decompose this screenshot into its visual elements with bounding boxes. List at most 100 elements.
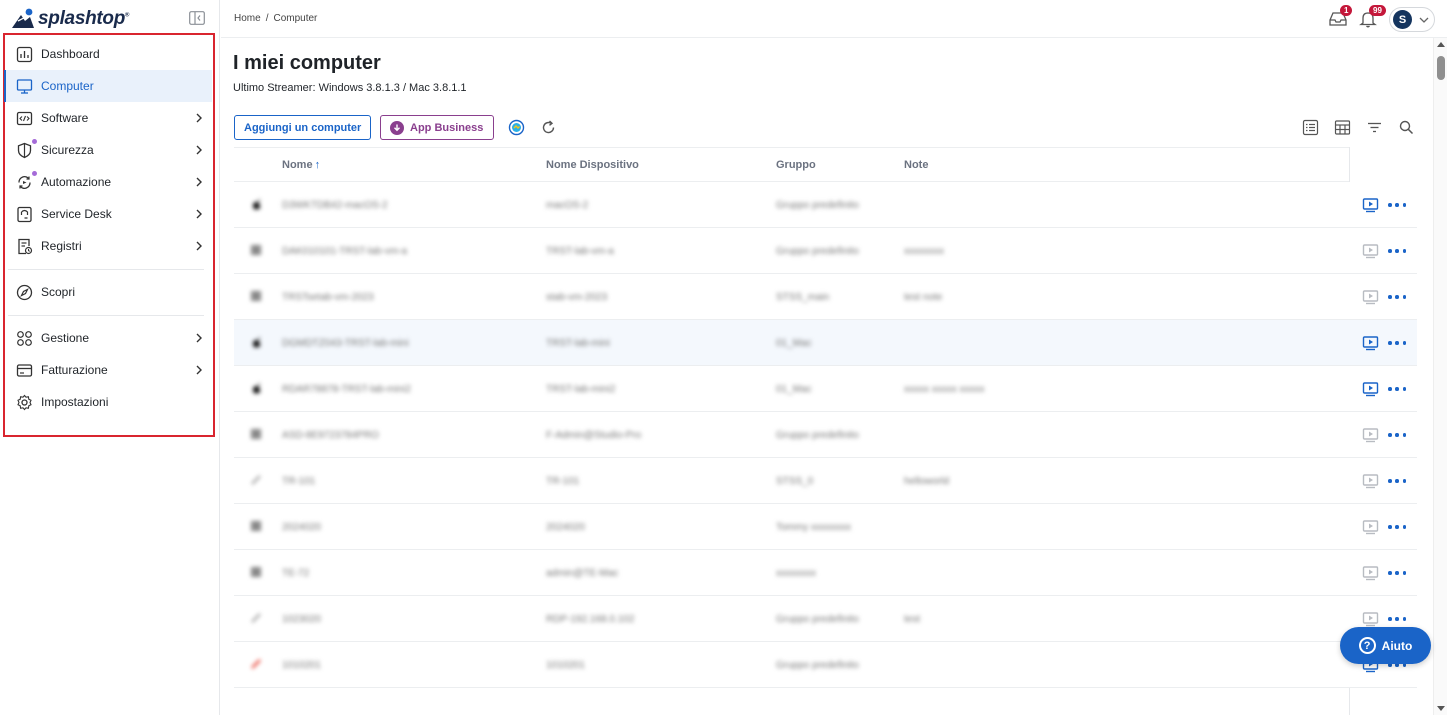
scroll-thumb[interactable] (1437, 56, 1445, 80)
connect-stream-icon[interactable] (1362, 519, 1379, 536)
sidebar-item-computer[interactable]: Computer (4, 70, 212, 102)
cell-notes: xxxxxxxx (904, 245, 944, 257)
cell-notes: helloworld (904, 475, 950, 487)
more-options-icon[interactable] (1388, 570, 1406, 576)
connect-stream-icon[interactable] (1362, 289, 1379, 306)
more-options-icon[interactable] (1388, 248, 1406, 254)
table-row[interactable]: D3WKTDB42-macOS-2 macOS-2 Gruppo predefini… (234, 182, 1417, 228)
scroll-down-arrow-icon[interactable] (1437, 706, 1445, 711)
sidebar-item-scopri[interactable]: Scopri (4, 276, 212, 308)
cell-name: 1010201 (282, 659, 321, 671)
streamer-status-icon[interactable] (508, 119, 525, 136)
column-header-notes[interactable]: Note (904, 159, 928, 171)
chevron-right-icon (196, 113, 202, 123)
top-bar: Home / Computer 1 99 S (221, 0, 1447, 38)
connect-stream-icon[interactable] (1362, 565, 1379, 582)
cell-group: Gruppo predefinito (776, 245, 859, 257)
automation-icon (16, 174, 33, 191)
user-menu[interactable]: S (1389, 7, 1435, 32)
more-options-icon[interactable] (1388, 524, 1406, 530)
column-header-name[interactable]: Nome ↑ (282, 159, 320, 171)
search-icon[interactable] (1398, 119, 1415, 136)
connect-stream-icon[interactable] (1362, 243, 1379, 260)
dashboard-icon (16, 46, 33, 63)
connect-stream-icon[interactable] (1362, 197, 1379, 214)
sidebar-item-service-desk[interactable]: Service Desk (4, 198, 212, 230)
cell-name: TR-101 (282, 475, 316, 487)
page-scrollbar[interactable] (1433, 38, 1447, 715)
sidebar-item-label: Service Desk (41, 207, 112, 221)
sidebar-item-software[interactable]: Software (4, 102, 212, 134)
cell-group: Gruppo predefinito (776, 613, 859, 625)
row-actions (1350, 550, 1418, 596)
collapse-sidebar-icon[interactable] (189, 11, 205, 25)
table-row[interactable]: 1010201 1010201 Gruppo predefinito (234, 642, 1417, 688)
more-options-icon[interactable] (1388, 432, 1406, 438)
sidebar-item-registri[interactable]: Registri (4, 230, 212, 262)
table-row[interactable]: 2024020 2024020 Tommy xxxxxxxx (234, 504, 1417, 550)
sort-arrow-up-icon: ↑ (314, 159, 321, 171)
connect-stream-icon[interactable] (1362, 381, 1379, 398)
connect-stream-icon[interactable] (1362, 335, 1379, 352)
chevron-right-icon (196, 365, 202, 375)
notifications-button[interactable]: 99 (1358, 5, 1386, 29)
business-app-button[interactable]: App Business (380, 115, 495, 140)
connect-stream-icon[interactable] (1362, 611, 1379, 628)
inbox-button[interactable]: 1 (1328, 5, 1353, 29)
cell-name: DAK010101-TRST-lab-vm-a (282, 245, 408, 257)
sidebar-item-automazione[interactable]: Automazione (4, 166, 212, 198)
sidebar-item-impostazioni[interactable]: Impostazioni (4, 386, 212, 418)
cell-device-name: TRST-lab-vm-a (546, 245, 614, 257)
sidebar-item-label: Impostazioni (41, 395, 109, 409)
table-row[interactable]: DGMDTZ043-TRST-lab-mini TRST-lab-mini 01_M… (234, 320, 1417, 366)
help-label: Aiuto (1381, 638, 1413, 653)
cell-name: TE-72 (282, 567, 310, 579)
row-actions (1350, 228, 1418, 274)
chevron-down-icon (1419, 17, 1429, 23)
table-row[interactable]: DAK010101-TRST-lab-vm-a TRST-lab-vm-a Grup… (234, 228, 1417, 274)
nav-divider (8, 269, 204, 270)
app-window: splashtop® Dashboard Computer Software S… (0, 0, 1447, 715)
more-options-icon[interactable] (1388, 202, 1406, 208)
connect-stream-icon[interactable] (1362, 473, 1379, 490)
more-options-icon[interactable] (1388, 340, 1406, 346)
gear-icon (16, 394, 33, 411)
cell-device-name: admin@TE-Mac (546, 567, 619, 579)
sidebar-item-fatturazione[interactable]: Fatturazione (4, 354, 212, 386)
sidebar-item-sicurezza[interactable]: Sicurezza (4, 134, 212, 166)
row-actions (1350, 412, 1418, 458)
more-options-icon[interactable] (1388, 294, 1406, 300)
scroll-up-arrow-icon[interactable] (1437, 42, 1445, 47)
more-options-icon[interactable] (1388, 616, 1406, 622)
row-actions (1350, 458, 1418, 504)
table-row[interactable]: TRSTsetab-vm-2023 stab-vm-2023 STSS_main te… (234, 274, 1417, 320)
row-actions (1350, 366, 1418, 412)
table-view-icon[interactable] (1334, 119, 1351, 136)
shield-icon (16, 142, 33, 159)
brand-name: splashtop® (38, 8, 130, 29)
table-row[interactable]: ASD-8E9723784PRO F-Admin@Studio-Pro Gruppo… (234, 412, 1417, 458)
sidebar-item-gestione[interactable]: Gestione (4, 322, 212, 354)
list-view-icon[interactable] (1302, 119, 1319, 136)
help-button[interactable]: ? Aiuto (1340, 627, 1431, 664)
filter-icon[interactable] (1366, 119, 1383, 136)
more-options-icon[interactable] (1388, 386, 1406, 392)
cell-device-name: TR-101 (546, 475, 580, 487)
table-row[interactable]: RDAR78878-TRST-lab-mini2 TRST-lab-mini2 01… (234, 366, 1417, 412)
cell-notes: test (904, 613, 921, 625)
connect-stream-icon[interactable] (1362, 427, 1379, 444)
breadcrumb-home[interactable]: Home (234, 13, 261, 24)
cell-group: 01_Mac (776, 337, 812, 349)
column-header-device[interactable]: Nome Dispositivo (546, 159, 639, 171)
more-options-icon[interactable] (1388, 478, 1406, 484)
row-actions (1350, 274, 1418, 320)
table-row[interactable]: 1023020 RDP-192.168.0.102 Gruppo predefini… (234, 596, 1417, 642)
sidebar-item-dashboard[interactable]: Dashboard (4, 38, 212, 70)
column-header-group[interactable]: Gruppo (776, 159, 816, 171)
refresh-icon[interactable] (540, 119, 557, 136)
table-row[interactable]: TR-101 TR-101 STSS_0 helloworld (234, 458, 1417, 504)
add-computer-button[interactable]: Aggiungi un computer (234, 115, 372, 140)
streamer-version: Ultimo Streamer: Windows 3.8.1.3 / Mac 3… (233, 82, 467, 94)
table-row[interactable]: TE-72 admin@TE-Mac xxxxxxxx (234, 550, 1417, 596)
download-icon (390, 120, 404, 135)
